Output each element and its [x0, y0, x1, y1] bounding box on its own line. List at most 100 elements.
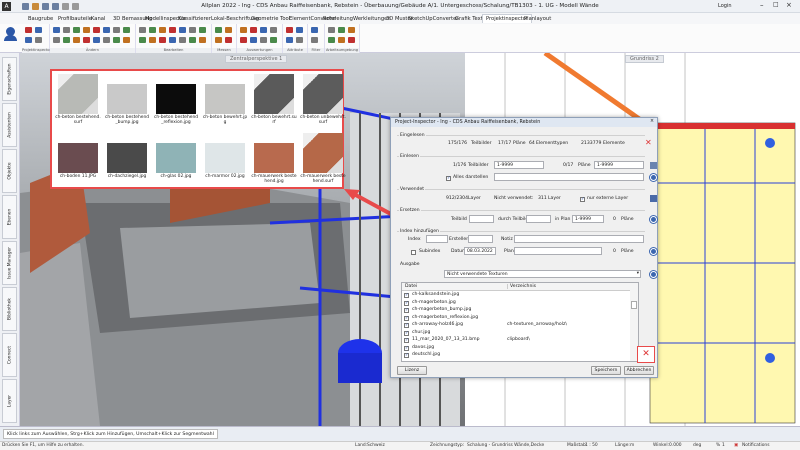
- texture-item[interactable]: ch-beton unbewehrt.surf: [300, 74, 346, 125]
- ribbon-tool-icon[interactable]: [311, 27, 318, 33]
- ribbon-tool-icon[interactable]: [225, 37, 232, 43]
- ribbon-tool-icon[interactable]: [296, 37, 303, 43]
- texture-item[interactable]: ch-mauerwerk bestehend.surf: [300, 133, 346, 184]
- ribbon-tool-icon[interactable]: [169, 37, 176, 43]
- alles-darstellen-input[interactable]: [494, 173, 644, 181]
- ersteller-input[interactable]: [468, 235, 493, 243]
- texture-item[interactable]: ch-beton bestehend_bump.jpg: [104, 74, 150, 125]
- index-input[interactable]: [426, 235, 448, 243]
- viewport-tab-grundriss[interactable]: Grundriss 2: [625, 55, 664, 63]
- ribbon-tool-icon[interactable]: [123, 27, 130, 33]
- sidebar-tab-objekte[interactable]: Objekte: [2, 149, 17, 193]
- tab-baugrube[interactable]: Baugrube: [25, 15, 56, 23]
- ribbon-tool-icon[interactable]: [53, 27, 60, 33]
- file-checkbox[interactable]: ✓: [404, 293, 409, 298]
- status-winkel[interactable]: 0.000: [669, 443, 682, 448]
- ribbon-tool-icon[interactable]: [215, 27, 222, 33]
- ribbon-tool-icon[interactable]: [159, 37, 166, 43]
- subindex-checkbox[interactable]: [411, 250, 416, 255]
- layer-icon[interactable]: [650, 195, 657, 202]
- ribbon-tool-icon[interactable]: [83, 37, 90, 43]
- sidebar-tab-ebenen[interactable]: Ebenen: [2, 195, 17, 239]
- ribbon-tool-icon[interactable]: [113, 37, 120, 43]
- file-name[interactable]: davos.jpg: [412, 345, 434, 350]
- ribbon-tool-icon[interactable]: [199, 27, 206, 33]
- file-checkbox[interactable]: ✓: [404, 300, 409, 306]
- ribbon-tool-icon[interactable]: [123, 37, 130, 43]
- texture-item[interactable]: ch-beton bewehrt.jpg: [202, 74, 248, 125]
- viewport-tab-zentralperspektive[interactable]: Zentralperspektive 1: [225, 55, 288, 63]
- ribbon-tool-icon[interactable]: [286, 37, 293, 43]
- unload-x-icon[interactable]: ✕: [645, 138, 652, 147]
- ribbon-tool-icon[interactable]: [260, 27, 267, 33]
- close-button[interactable]: ×: [786, 1, 792, 9]
- file-name[interactable]: ch-magerbeton_reflexion.jpg: [412, 315, 478, 320]
- file-name[interactable]: ch-magerbeton.jpg: [412, 300, 456, 305]
- maximize-button[interactable]: □: [773, 1, 779, 8]
- column-header-datei[interactable]: Datei: [405, 284, 417, 289]
- ribbon-tool-icon[interactable]: [53, 37, 60, 43]
- ribbon-tool-icon[interactable]: [199, 37, 206, 43]
- in-plan-input[interactable]: 1-9999: [572, 215, 604, 223]
- file-name[interactable]: deutschl.jpg: [412, 352, 440, 357]
- tab-planlayout[interactable]: Planlayout: [521, 15, 554, 23]
- file-name[interactable]: 11_mar_2020_07_13_31.bmp: [412, 337, 480, 342]
- ribbon-tool-icon[interactable]: [225, 27, 232, 33]
- ribbon-tool-icon[interactable]: [348, 27, 355, 33]
- file-checkbox[interactable]: ✓: [404, 338, 409, 343]
- plan-input[interactable]: [514, 247, 602, 255]
- ribbon-tool-icon[interactable]: [103, 37, 110, 43]
- lizenz-button[interactable]: Lizenz: [397, 366, 427, 375]
- dialog-close-button[interactable]: ×: [650, 119, 654, 124]
- status-massstab[interactable]: 1 : 50: [585, 443, 598, 448]
- ribbon-tool-icon[interactable]: [73, 27, 80, 33]
- texture-item[interactable]: ch-boden 11.JPG: [55, 133, 101, 179]
- ribbon-tool-icon[interactable]: [35, 37, 42, 43]
- ribbon-tool-icon[interactable]: [296, 27, 303, 33]
- run-icon[interactable]: [650, 216, 657, 223]
- file-checkbox[interactable]: ✓: [404, 353, 409, 358]
- minimize-button[interactable]: –: [760, 1, 764, 9]
- ribbon-tool-icon[interactable]: [286, 27, 293, 33]
- datum-input[interactable]: 08.03.2022: [464, 247, 496, 255]
- tab-kanal[interactable]: Kanal: [88, 15, 108, 23]
- ribbon-tool-icon[interactable]: [338, 27, 345, 33]
- ribbon-tool-icon[interactable]: [215, 37, 222, 43]
- run-icon[interactable]: [650, 271, 657, 278]
- speichern-button[interactable]: Speichern: [591, 366, 621, 375]
- status-percent[interactable]: 1: [722, 443, 725, 448]
- texture-item[interactable]: ch-marmor 02.jpg: [202, 133, 248, 179]
- ribbon-tool-icon[interactable]: [250, 27, 257, 33]
- ribbon-tool-icon[interactable]: [93, 37, 100, 43]
- texture-item[interactable]: ch-beton bestehend.surf: [55, 74, 101, 125]
- texture-item[interactable]: ch-glas 02.jpg: [153, 133, 199, 179]
- ribbon-tool-icon[interactable]: [113, 27, 120, 33]
- info-icon[interactable]: [650, 162, 657, 169]
- ribbon-tool-icon[interactable]: [240, 37, 247, 43]
- file-checkbox[interactable]: ✓: [404, 315, 409, 321]
- ribbon-tool-icon[interactable]: [169, 27, 176, 33]
- teilbilder-range-input[interactable]: 1-9999: [494, 161, 544, 169]
- column-header-verzeichnis[interactable]: Verzeichnis: [507, 284, 536, 289]
- run-icon[interactable]: [650, 174, 657, 181]
- ribbon-tool-icon[interactable]: [35, 27, 42, 33]
- ribbon-tool-icon[interactable]: [260, 37, 267, 43]
- notifications-button[interactable]: Notifications: [742, 443, 769, 448]
- ribbon-tool-icon[interactable]: [179, 37, 186, 43]
- ribbon-tool-icon[interactable]: [270, 37, 277, 43]
- texture-item[interactable]: ch-dachziegel.jpg: [104, 133, 150, 179]
- delete-textures-x-icon[interactable]: ✕: [637, 346, 655, 363]
- ribbon-tool-icon[interactable]: [139, 37, 146, 43]
- file-checkbox[interactable]: ✓: [404, 323, 409, 328]
- texture-item[interactable]: ch-mauerwerk bestehend.jpg: [251, 133, 297, 184]
- ausgabe-select[interactable]: Nicht verwendete Texturen ▾: [444, 270, 641, 278]
- ribbon-tool-icon[interactable]: [250, 37, 257, 43]
- ribbon-tool-icon[interactable]: [63, 27, 70, 33]
- texture-item[interactable]: ch-beton bestehend_reflexion.jpg: [153, 74, 199, 125]
- ribbon-tool-icon[interactable]: [348, 37, 355, 43]
- ribbon-tool-icon[interactable]: [189, 27, 196, 33]
- abbrechen-button[interactable]: Abbrechen: [624, 366, 654, 375]
- file-name[interactable]: ch-magerbeton_bump.jpg: [412, 307, 471, 312]
- file-checkbox[interactable]: ✓: [404, 345, 409, 351]
- ribbon-tool-icon[interactable]: [189, 37, 196, 43]
